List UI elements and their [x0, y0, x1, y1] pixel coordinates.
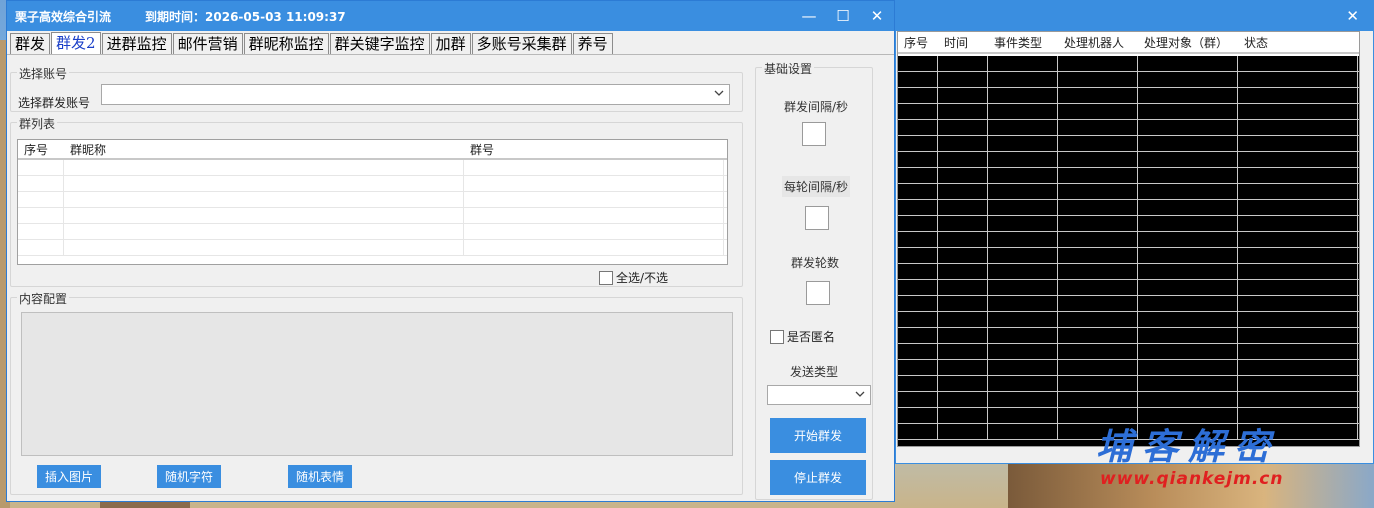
log-row[interactable]: [898, 360, 1359, 376]
log-title-bar[interactable]: ✕: [896, 1, 1373, 31]
log-row[interactable]: [898, 264, 1359, 280]
send-type-label: 发送类型: [790, 365, 839, 379]
log-col-target: 处理对象（群）: [1144, 36, 1229, 50]
table-row[interactable]: [18, 176, 727, 192]
log-col-index: 序号: [904, 36, 929, 50]
log-col-time: 时间: [944, 36, 969, 50]
log-row[interactable]: [898, 184, 1359, 200]
log-row[interactable]: [898, 328, 1359, 344]
log-row[interactable]: [898, 88, 1359, 104]
tab-mass-send-2[interactable]: 群发2: [51, 32, 101, 54]
rounds-label: 群发轮数: [791, 256, 840, 270]
log-row[interactable]: [898, 120, 1359, 136]
log-row[interactable]: [898, 152, 1359, 168]
chevron-down-icon: [854, 388, 866, 403]
log-row[interactable]: [898, 72, 1359, 88]
tab-join-group[interactable]: 加群: [430, 33, 471, 54]
log-row[interactable]: [898, 136, 1359, 152]
tab-mass-send[interactable]: 群发: [10, 33, 51, 54]
col-group-number: 群号: [470, 143, 495, 157]
group-list-table[interactable]: 序号 群昵称 群号: [17, 139, 728, 265]
log-row[interactable]: [898, 232, 1359, 248]
log-row[interactable]: [898, 200, 1359, 216]
tab-email-marketing[interactable]: 邮件营销: [172, 33, 243, 54]
log-close-button[interactable]: ✕: [1346, 7, 1359, 25]
account-group-title: 选择账号: [17, 65, 70, 82]
send-type-select[interactable]: [767, 385, 871, 405]
insert-image-button[interactable]: 插入图片: [37, 465, 101, 488]
random-emoji-button[interactable]: 随机表情: [288, 465, 352, 488]
stop-send-button[interactable]: 停止群发: [770, 460, 866, 495]
minimize-button[interactable]: —: [792, 1, 826, 31]
title-bar[interactable]: 栗子高效综合引流 到期时间：2026-05-03 11:09:37 — ☐ ✕: [7, 1, 894, 31]
table-row[interactable]: [18, 192, 727, 208]
account-label: 选择群发账号: [18, 96, 91, 110]
tab-account-nurture[interactable]: 养号: [572, 33, 613, 54]
tab-group-keyword-monitor[interactable]: 群关键字监控: [329, 33, 430, 54]
tab-bar: 群发 群发2 进群监控 邮件营销 群昵称监控 群关键字监控 加群 多账号采集群 …: [10, 32, 614, 54]
checkbox-icon: [599, 270, 613, 285]
log-window: ✕ 序号 时间 事件类型 处理机器人 处理对象（群） 状态: [895, 0, 1374, 464]
col-index: 序号: [24, 143, 49, 157]
content-textarea[interactable]: [21, 312, 733, 456]
expiry-time: 到期时间：2026-05-03 11:09:37: [145, 9, 346, 24]
log-row[interactable]: [898, 104, 1359, 120]
tab-content: 选择账号 选择群发账号 群列表 序号 群昵称 群号 全选/不选 内容配置 插入图…: [7, 54, 894, 501]
log-row[interactable]: [898, 392, 1359, 408]
log-col-robot: 处理机器人: [1064, 36, 1125, 50]
log-row[interactable]: [898, 280, 1359, 296]
close-button[interactable]: ✕: [860, 1, 894, 31]
window-title: 栗子高效综合引流: [15, 9, 112, 24]
random-chars-button[interactable]: 随机字符: [157, 465, 221, 488]
log-row[interactable]: [898, 56, 1359, 72]
group-list-title: 群列表: [17, 115, 58, 132]
col-group-nickname: 群昵称: [70, 143, 107, 157]
group-list-header: 序号 群昵称 群号: [18, 140, 727, 160]
log-row[interactable]: [898, 248, 1359, 264]
round-interval-input[interactable]: [805, 206, 829, 230]
tab-multi-account-collect[interactable]: 多账号采集群: [471, 33, 572, 54]
log-table[interactable]: 序号 时间 事件类型 处理机器人 处理对象（群） 状态: [897, 31, 1360, 447]
watermark-cn: 埔客解密: [1096, 427, 1281, 468]
rounds-input[interactable]: [806, 281, 830, 305]
log-row[interactable]: [898, 216, 1359, 232]
anonymous-label: 是否匿名: [787, 330, 836, 344]
basic-settings-group: 基础设置 群发间隔/秒 每轮间隔/秒 群发轮数 是否匿名 发送类型 开始群发 停…: [755, 60, 873, 500]
table-row[interactable]: [18, 208, 727, 224]
log-col-status: 状态: [1244, 36, 1269, 50]
account-group: 选择账号 选择群发账号: [10, 65, 743, 112]
send-interval-input[interactable]: [802, 122, 826, 146]
content-config-group: 内容配置 插入图片 随机字符 随机表情: [10, 290, 743, 495]
table-row[interactable]: [18, 240, 727, 256]
log-row[interactable]: [898, 296, 1359, 312]
group-list-group: 群列表 序号 群昵称 群号 全选/不选: [10, 115, 743, 287]
tab-group-nickname-monitor[interactable]: 群昵称监控: [243, 33, 329, 54]
select-all-label: 全选/不选: [616, 271, 669, 285]
table-row[interactable]: [18, 160, 727, 176]
log-row[interactable]: [898, 168, 1359, 184]
log-header: 序号 时间 事件类型 处理机器人 处理对象（群） 状态: [898, 32, 1359, 54]
round-interval-label: 每轮间隔/秒: [782, 176, 851, 197]
watermark-url: www.qiankejm.cn: [1100, 469, 1284, 489]
log-body[interactable]: [898, 56, 1359, 446]
tab-join-monitor[interactable]: 进群监控: [101, 33, 172, 54]
content-config-title: 内容配置: [17, 290, 70, 307]
log-row[interactable]: [898, 344, 1359, 360]
log-row[interactable]: [898, 312, 1359, 328]
send-interval-label: 群发间隔/秒: [784, 100, 849, 114]
log-col-event-type: 事件类型: [994, 36, 1043, 50]
account-select[interactable]: [101, 84, 730, 105]
checkbox-icon: [770, 329, 784, 344]
select-all-checkbox[interactable]: 全选/不选: [599, 269, 668, 286]
main-window: 栗子高效综合引流 到期时间：2026-05-03 11:09:37 — ☐ ✕ …: [6, 0, 895, 502]
anonymous-checkbox[interactable]: 是否匿名: [770, 328, 835, 345]
chevron-down-icon: [713, 87, 725, 102]
maximize-button[interactable]: ☐: [826, 1, 860, 31]
basic-settings-title: 基础设置: [762, 60, 815, 77]
start-send-button[interactable]: 开始群发: [770, 418, 866, 453]
log-row[interactable]: [898, 376, 1359, 392]
table-row[interactable]: [18, 224, 727, 240]
